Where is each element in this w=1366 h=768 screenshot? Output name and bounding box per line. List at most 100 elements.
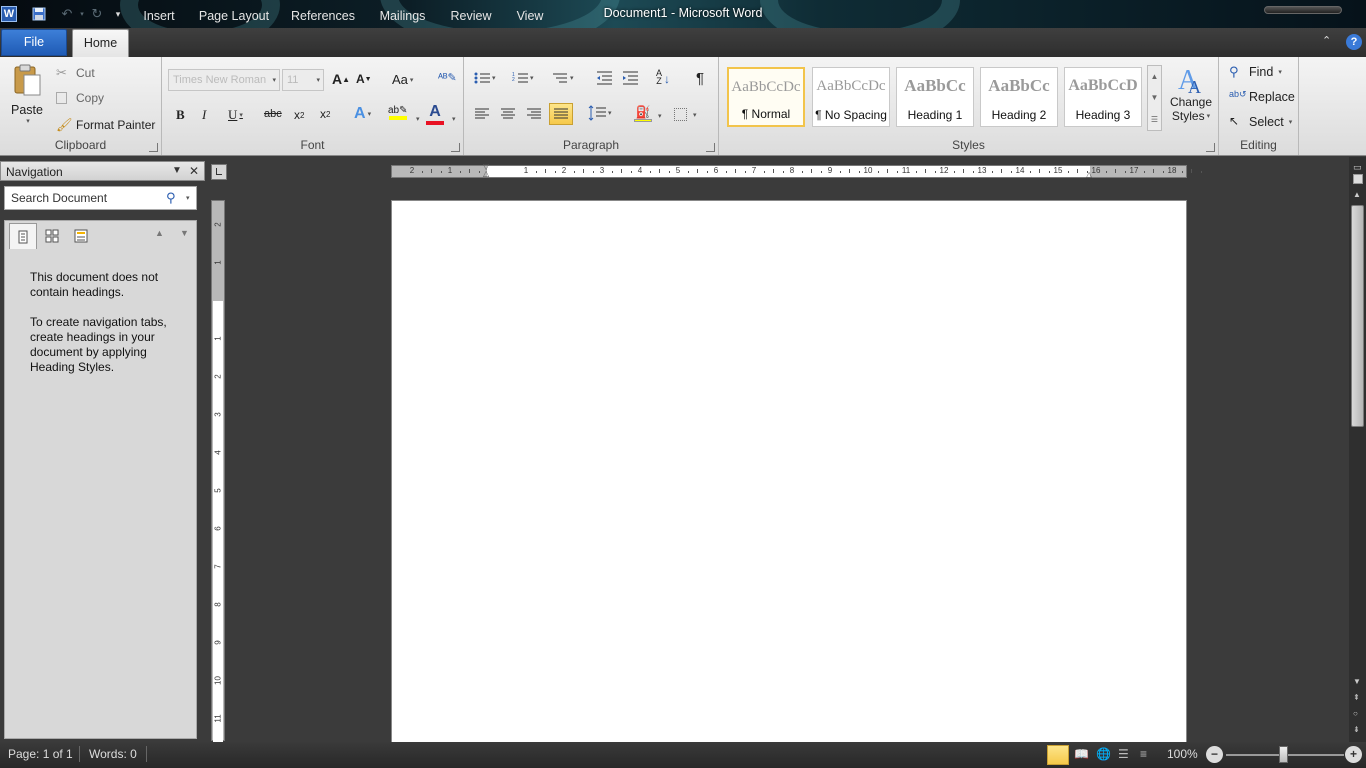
zoom-slider-thumb[interactable] xyxy=(1279,746,1288,763)
page-count[interactable]: Page: 1 of 1 xyxy=(8,747,73,761)
style-heading-3[interactable]: AaBbCcD Heading 3 xyxy=(1064,67,1142,127)
scroll-up-icon[interactable]: ▲ xyxy=(1151,72,1159,81)
scroll-up-icon[interactable]: ▲ xyxy=(1353,190,1361,199)
style-heading-1[interactable]: AaBbCc Heading 1 xyxy=(896,67,974,127)
justify-button[interactable] xyxy=(549,103,573,125)
font-color-dropdown-icon[interactable]: ▾ xyxy=(450,115,456,123)
font-launcher-icon[interactable] xyxy=(451,143,460,152)
scroll-thumb[interactable] xyxy=(1351,205,1364,427)
paste-dropdown-icon[interactable]: ▾ xyxy=(26,117,30,125)
replace-button[interactable]: ab↺ Replace xyxy=(1229,89,1295,105)
previous-result-icon[interactable]: ▲ xyxy=(155,228,164,238)
cut-button[interactable]: ✂ Cut xyxy=(56,65,95,81)
search-document-field[interactable]: Search Document ⚲ ▾ xyxy=(4,186,197,210)
save-icon[interactable] xyxy=(29,5,49,23)
font-name-combobox[interactable]: Times New Roman ▾ xyxy=(168,69,280,91)
grow-font-button[interactable]: A ▲ xyxy=(332,71,350,87)
zoom-in-icon[interactable]: + xyxy=(1345,746,1362,763)
next-result-icon[interactable]: ▼ xyxy=(180,228,189,238)
shading-button[interactable]: ⛽ xyxy=(634,105,652,122)
tab-browse-results[interactable] xyxy=(67,223,95,249)
bullets-button[interactable]: ▾ xyxy=(474,71,496,85)
shading-dropdown-icon[interactable]: ▾ xyxy=(656,112,662,120)
style-normal[interactable]: AaBbCcDc ¶ Normal xyxy=(727,67,805,127)
chevron-down-icon[interactable]: ▾ xyxy=(272,76,276,84)
draft-view-icon[interactable]: ≡ xyxy=(1140,747,1147,761)
document-page[interactable] xyxy=(391,200,1187,745)
more-styles-icon[interactable]: ☰ xyxy=(1151,115,1158,124)
highlight-dropdown-icon[interactable]: ▾ xyxy=(414,115,420,123)
align-right-button[interactable] xyxy=(526,108,542,120)
print-layout-view-icon[interactable] xyxy=(1047,745,1069,765)
text-effects-button[interactable]: A ▾ xyxy=(354,105,371,123)
undo-icon[interactable]: ↶ xyxy=(57,5,77,23)
strikethrough-button[interactable]: abc xyxy=(264,108,282,120)
select-button[interactable]: ↖ Select ▾ xyxy=(1229,114,1292,130)
numbering-button[interactable]: 1 2 ▾ xyxy=(512,71,534,85)
font-size-combobox[interactable]: 11 ▾ xyxy=(282,69,324,91)
undo-dropdown-icon[interactable]: ▾ xyxy=(77,5,87,23)
styles-gallery-scroll[interactable]: ▲ ▼ ☰ xyxy=(1147,65,1162,131)
help-icon[interactable]: ? xyxy=(1346,34,1362,50)
next-page-icon[interactable]: ⇟ xyxy=(1353,725,1360,734)
style-heading-2[interactable]: AaBbCc Heading 2 xyxy=(980,67,1058,127)
tab-file[interactable]: File xyxy=(1,29,67,56)
bold-button[interactable]: B xyxy=(176,107,185,123)
change-case-button[interactable]: Aa ▾ xyxy=(392,72,413,87)
decrease-indent-button[interactable] xyxy=(596,71,612,85)
font-color-button[interactable]: A xyxy=(426,103,444,125)
tab-browse-pages[interactable] xyxy=(38,223,66,249)
tab-review[interactable]: Review xyxy=(447,5,495,29)
paste-button[interactable]: Paste ▾ xyxy=(8,63,46,135)
paragraph-launcher-icon[interactable] xyxy=(706,143,715,152)
line-spacing-button[interactable]: ▾ xyxy=(588,105,612,121)
tab-view[interactable]: View xyxy=(511,5,549,29)
navigation-options-icon[interactable]: ▼ xyxy=(172,165,182,176)
minimize-ribbon-icon[interactable]: ⌃ xyxy=(1322,34,1331,47)
outline-view-icon[interactable]: ☰ xyxy=(1118,747,1129,761)
previous-page-icon[interactable]: ⇞ xyxy=(1353,693,1360,702)
align-center-button[interactable] xyxy=(500,108,516,120)
tab-references[interactable]: References xyxy=(288,5,358,29)
increase-indent-button[interactable] xyxy=(622,71,638,85)
word-count[interactable]: Words: 0 xyxy=(89,747,137,761)
vertical-scrollbar[interactable]: ▭ ▲ ▼ ⇞ ○ ⇟ xyxy=(1349,157,1366,742)
browse-object-icon[interactable]: ○ xyxy=(1353,709,1358,718)
styles-launcher-icon[interactable] xyxy=(1206,143,1215,152)
zoom-out-icon[interactable]: − xyxy=(1206,746,1223,763)
indent-marker[interactable]: ▽ △ xyxy=(483,163,489,178)
tab-insert[interactable]: Insert xyxy=(138,5,180,29)
highlight-button[interactable]: ab✎ xyxy=(388,105,408,120)
customize-toolbar-icon[interactable]: ▾ xyxy=(111,5,125,23)
tab-page-layout[interactable]: Page Layout xyxy=(196,5,272,29)
zoom-level[interactable]: 100% xyxy=(1167,747,1198,761)
ruler-toggle-icon[interactable] xyxy=(1353,174,1363,184)
chevron-down-icon[interactable]: ▾ xyxy=(316,76,320,84)
horizontal-ruler[interactable]: ▽ △ △ 2 1 1 2 3 4 5 6 7 8 9 10 11 12 13 14 15 16 17 18 xyxy=(391,163,1202,179)
close-icon[interactable]: ✕ xyxy=(189,164,199,178)
show-formatting-marks-button[interactable]: ¶ xyxy=(696,70,704,87)
clipboard-launcher-icon[interactable] xyxy=(149,143,158,152)
superscript-button[interactable]: x2 xyxy=(320,107,330,121)
search-icon[interactable]: ⚲ xyxy=(166,190,176,206)
borders-button[interactable]: ▾ xyxy=(674,108,697,121)
clear-formatting-button[interactable]: ᴬᴮ✎ xyxy=(438,71,457,84)
change-styles-button[interactable]: AA Change Styles ▾ xyxy=(1169,63,1213,123)
sort-button[interactable]: AZ xyxy=(656,69,662,86)
search-options-icon[interactable]: ▾ xyxy=(186,194,190,202)
subscript-button[interactable]: x2 xyxy=(294,108,304,122)
window-controls[interactable] xyxy=(1264,6,1342,14)
tab-browse-headings[interactable] xyxy=(9,223,37,249)
web-layout-icon[interactable]: 🌐 xyxy=(1096,747,1111,761)
style-no-spacing[interactable]: AaBbCcDc ¶ No Spacing xyxy=(812,67,890,127)
tab-selector-button[interactable] xyxy=(211,164,227,180)
tab-home[interactable]: Home xyxy=(72,29,129,58)
align-left-button[interactable] xyxy=(474,108,490,120)
format-painter-button[interactable]: 🖌 Format Painter xyxy=(56,117,155,133)
shrink-font-button[interactable]: A ▼ xyxy=(356,72,372,86)
vertical-ruler[interactable]: 2 1 1 2 3 4 5 6 7 8 9 10 11 xyxy=(211,200,225,742)
tab-mailings[interactable]: Mailings xyxy=(374,5,431,29)
underline-button[interactable]: U ▾ xyxy=(228,107,243,123)
copy-button[interactable]: Copy xyxy=(56,91,104,105)
multilevel-list-button[interactable]: ▾ xyxy=(552,71,574,85)
